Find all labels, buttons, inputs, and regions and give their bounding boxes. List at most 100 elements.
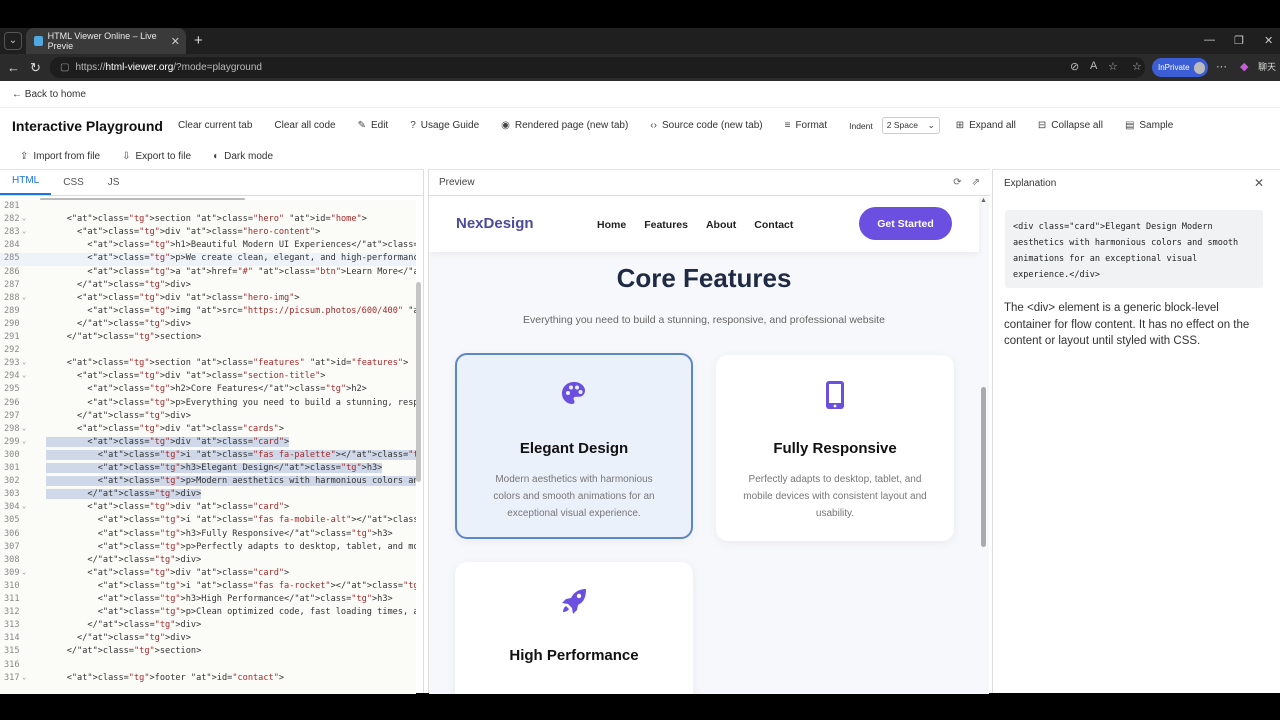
chat-label[interactable]: 聊天 xyxy=(1258,60,1276,73)
import-file-button[interactable]: ⇪ Import from file xyxy=(20,151,100,162)
preview-scrollbar[interactable] xyxy=(981,387,986,547)
code-line[interactable]: 297 </"at">class="tg">div> xyxy=(0,411,416,424)
code-line[interactable]: 295 <"at">class="tg">h2>Core Features</"… xyxy=(0,384,416,397)
favorite-star-icon[interactable]: ☆ xyxy=(1108,60,1118,73)
fold-chevron-icon[interactable]: ⌄ xyxy=(22,358,26,366)
preview-viewport[interactable]: NexDesign Home Features About Contact Ge… xyxy=(429,197,989,694)
code-line[interactable]: 316 xyxy=(0,660,416,673)
code-line[interactable]: 311 <"at">class="tg">h3>High Performance… xyxy=(0,594,416,607)
usage-guide-button[interactable]: ? Usage Guide xyxy=(410,120,479,131)
code-line[interactable]: 282 ⌄ <"at">class="tg">section "at">class… xyxy=(0,214,416,227)
refresh-preview-icon[interactable]: ⟳ xyxy=(953,177,961,188)
code-line[interactable]: 305 <"at">class="tg">i "at">class="fas f… xyxy=(0,515,416,528)
tab-css[interactable]: CSS xyxy=(51,177,96,195)
code-line[interactable]: 289 <"at">class="tg">img "at">src="https… xyxy=(0,306,416,319)
code-line[interactable]: 293 ⌄ <"at">class="tg">section "at">class… xyxy=(0,358,416,371)
nav-link-contact[interactable]: Contact xyxy=(754,219,793,231)
scroll-up-arrow-icon[interactable]: ▲ xyxy=(980,197,987,204)
indent-select[interactable]: 2 Space ⌄ xyxy=(881,117,940,134)
code-line[interactable]: 308 </"at">class="tg">div> xyxy=(0,555,416,568)
code-line[interactable]: 304 ⌄ <"at">class="tg">div "at">class="ca… xyxy=(0,502,416,515)
code-line[interactable]: 317 ⌄ <"at">class="tg">footer "at">id="co… xyxy=(0,673,416,686)
code-line[interactable]: 314 </"at">class="tg">div> xyxy=(0,633,416,646)
code-line[interactable]: 312 <"at">class="tg">p>Clean optimized c… xyxy=(0,607,416,620)
code-line[interactable]: 284 <"at">class="tg">h1>Beautiful Modern… xyxy=(0,240,416,253)
code-line[interactable]: 283 ⌄ <"at">class="tg">div "at">class="he… xyxy=(0,227,416,240)
fold-chevron-icon[interactable]: ⌄ xyxy=(22,502,26,510)
fold-chevron-icon[interactable]: ⌄ xyxy=(22,371,26,379)
close-icon[interactable]: ✕ xyxy=(1254,176,1264,190)
open-external-icon[interactable]: ⇗ xyxy=(972,177,980,188)
nav-link-about[interactable]: About xyxy=(706,219,736,231)
feature-card-performance[interactable]: High Performance xyxy=(455,562,693,694)
code-line[interactable]: 299 ⌄ <"at">class="tg">div "at">class="ca… xyxy=(0,436,416,450)
edit-button[interactable]: ✎ Edit xyxy=(358,120,389,131)
code-line[interactable]: 302 <"at">class="tg">p>Modern aesthetics… xyxy=(0,476,416,489)
code-line[interactable]: 287 </"at">class="tg">div> xyxy=(0,280,416,293)
refresh-icon[interactable]: ↻ xyxy=(30,60,41,76)
fold-chevron-icon[interactable]: ⌄ xyxy=(22,568,26,576)
code-line[interactable]: 315 </"at">class="tg">section> xyxy=(0,646,416,659)
back-arrow-icon[interactable]: ← xyxy=(7,60,20,75)
code-line[interactable]: 294 ⌄ <"at">class="tg">div "at">class="se… xyxy=(0,371,416,384)
back-to-home-link[interactable]: ← Back to home xyxy=(12,89,86,100)
feature-card-responsive[interactable]: Fully Responsive Perfectly adapts to des… xyxy=(716,355,954,541)
fold-chevron-icon[interactable]: ⌄ xyxy=(22,673,26,681)
code-line[interactable]: 300 <"at">class="tg">i "at">class="fas f… xyxy=(0,449,416,463)
read-aloud-icon[interactable]: A xyxy=(1090,60,1097,72)
code-line[interactable]: 298 ⌄ <"at">class="tg">div "at">class="ca… xyxy=(0,424,416,437)
browser-tab-active[interactable]: HTML Viewer Online – Live Previe ✕ xyxy=(26,28,186,54)
code-line[interactable]: 303 </"at">class="tg">div> xyxy=(0,489,416,502)
tracking-icon[interactable]: ⊘ xyxy=(1070,60,1079,73)
fold-chevron-icon[interactable]: ⌄ xyxy=(22,214,26,222)
clear-current-tab-button[interactable]: Clear current tab xyxy=(178,120,252,131)
code-line[interactable]: 306 <"at">class="tg">h3>Fully Responsive… xyxy=(0,529,416,542)
get-started-button[interactable]: Get Started xyxy=(859,207,952,240)
inprivate-badge[interactable]: InPrivate xyxy=(1152,58,1208,77)
code-line[interactable]: 313 </"at">class="tg">div> xyxy=(0,620,416,633)
favorites-icon[interactable]: ☆ xyxy=(1132,60,1142,73)
tab-actions-menu[interactable]: ⌄ xyxy=(4,32,22,50)
site-info-icon[interactable]: ▢ xyxy=(60,62,69,73)
code-line[interactable]: 288 ⌄ <"at">class="tg">div "at">class="he… xyxy=(0,293,416,306)
rendered-page-button[interactable]: ◉ Rendered page (new tab) xyxy=(501,120,628,131)
site-logo[interactable]: NexDesign xyxy=(456,215,534,232)
more-menu-icon[interactable]: ⋯ xyxy=(1216,60,1227,73)
editor-vertical-scrollbar[interactable] xyxy=(416,282,421,482)
feature-card-elegant[interactable]: Elegant Design Modern aesthetics with ha… xyxy=(455,353,693,539)
copilot-icon[interactable]: ◆ xyxy=(1240,60,1248,73)
source-code-button[interactable]: ‹› Source code (new tab) xyxy=(650,120,762,131)
window-close-icon[interactable]: ✕ xyxy=(1264,34,1273,47)
code-line[interactable]: 301 <"at">class="tg">h3>Elegant Design</… xyxy=(0,463,416,476)
code-line[interactable]: 307 <"at">class="tg">p>Perfectly adapts … xyxy=(0,542,416,555)
code-line[interactable]: 290 </"at">class="tg">div> xyxy=(0,319,416,332)
tab-js[interactable]: JS xyxy=(96,177,132,195)
collapse-all-button[interactable]: ⊟ Collapse all xyxy=(1038,120,1103,131)
fold-chevron-icon[interactable]: ⌄ xyxy=(22,437,26,445)
code-line[interactable]: 292 xyxy=(0,345,416,358)
nav-link-features[interactable]: Features xyxy=(644,219,688,231)
nav-link-home[interactable]: Home xyxy=(597,219,626,231)
restore-icon[interactable]: ❐ xyxy=(1234,34,1244,47)
fold-chevron-icon[interactable]: ⌄ xyxy=(22,227,26,235)
fold-chevron-icon[interactable]: ⌄ xyxy=(22,293,26,301)
expand-all-button[interactable]: ⊞ Expand all xyxy=(956,120,1016,131)
code-line[interactable]: 310 <"at">class="tg">i "at">class="fas f… xyxy=(0,581,416,594)
tab-close-icon[interactable]: ✕ xyxy=(171,35,180,48)
format-button[interactable]: ≡ Format xyxy=(785,120,828,131)
new-tab-button[interactable]: + xyxy=(194,32,203,49)
fold-chevron-icon[interactable]: ⌄ xyxy=(22,424,26,432)
code-line[interactable]: 296 <"at">class="tg">p>Everything you ne… xyxy=(0,398,416,411)
clear-all-code-button[interactable]: Clear all code xyxy=(274,120,335,131)
code-line[interactable]: 281 xyxy=(0,201,416,214)
url-field[interactable]: ▢ https://html-viewer.org/?mode=playgrou… xyxy=(50,57,1145,78)
code-line[interactable]: 309 ⌄ <"at">class="tg">div "at">class="ca… xyxy=(0,568,416,581)
dark-mode-button[interactable]: ◐ Dark mode xyxy=(213,151,273,162)
minimize-icon[interactable]: — xyxy=(1204,34,1215,46)
code-area[interactable]: 281 282 ⌄ <"at">class="tg">section "at">cl… xyxy=(0,200,416,694)
code-line[interactable]: 285 <"at">class="tg">p>We create clean, … xyxy=(0,253,416,267)
sample-button[interactable]: ▤ Sample xyxy=(1125,120,1173,131)
tab-html[interactable]: HTML xyxy=(0,175,52,195)
export-file-button[interactable]: ⇩ Export to file xyxy=(122,151,191,162)
code-line[interactable]: 286 <"at">class="tg">a "at">href="#" "at… xyxy=(0,267,416,280)
